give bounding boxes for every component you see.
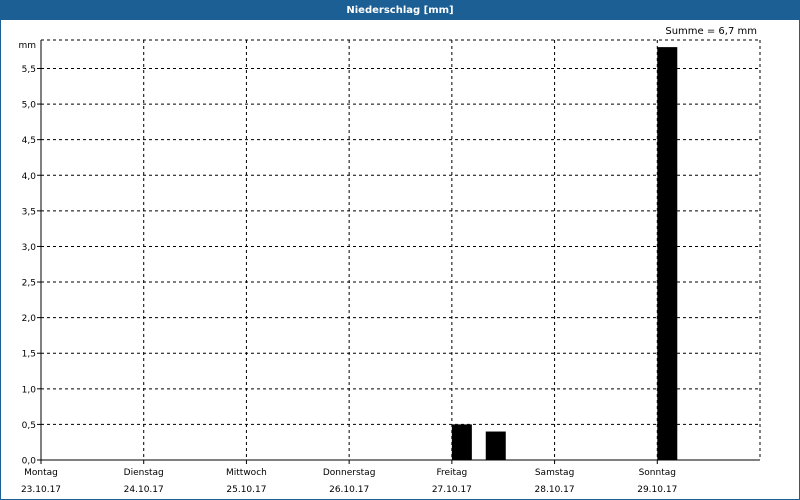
y-tick-label: 2,5: [22, 279, 36, 289]
x-tick-day-label: Donnerstag: [323, 468, 376, 478]
x-tick-day-label: Dienstag: [124, 468, 164, 478]
y-tick-label: 2,0: [22, 314, 37, 324]
y-tick-label: 5,0: [22, 101, 37, 111]
x-tick-date-label: 28.10.17: [535, 485, 575, 495]
precipitation-bar: [657, 47, 678, 460]
x-tick-day-label: Freitag: [436, 468, 467, 478]
y-tick-label: 4,5: [22, 136, 36, 146]
x-tick-date-label: 24.10.17: [124, 485, 164, 495]
y-tick-label: 1,5: [22, 350, 36, 360]
x-tick-day-label: Montag: [24, 468, 58, 478]
x-tick-date-label: 25.10.17: [226, 485, 266, 495]
precipitation-bar: [485, 431, 506, 460]
y-tick-label: 4,0: [22, 172, 37, 182]
precipitation-bar: [451, 424, 472, 460]
x-tick-day-label: Samstag: [535, 468, 574, 478]
y-axis-label: mm: [18, 41, 36, 51]
y-tick-label: 1,0: [22, 385, 37, 395]
y-tick-label: 0,5: [22, 421, 36, 431]
x-tick-day-label: Mittwoch: [226, 468, 267, 478]
x-tick-date-label: 29.10.17: [637, 485, 677, 495]
y-tick-label: 3,0: [22, 243, 37, 253]
x-tick-date-label: 26.10.17: [329, 485, 369, 495]
x-tick-date-label: 27.10.17: [432, 485, 472, 495]
y-tick-label: 3,5: [22, 207, 36, 217]
y-tick-label: 0,0: [22, 457, 37, 467]
x-tick-date-label: 23.10.17: [21, 485, 61, 495]
y-tick-label: 5,5: [22, 65, 36, 75]
x-tick-day-label: Sonntag: [639, 468, 676, 478]
precipitation-chart: 0,0 0,5 1,0 1,5 2,0 2,5 3,0 3,5 4,0 4,5 5,0 5,5 mm Mo…: [18, 39, 761, 495]
